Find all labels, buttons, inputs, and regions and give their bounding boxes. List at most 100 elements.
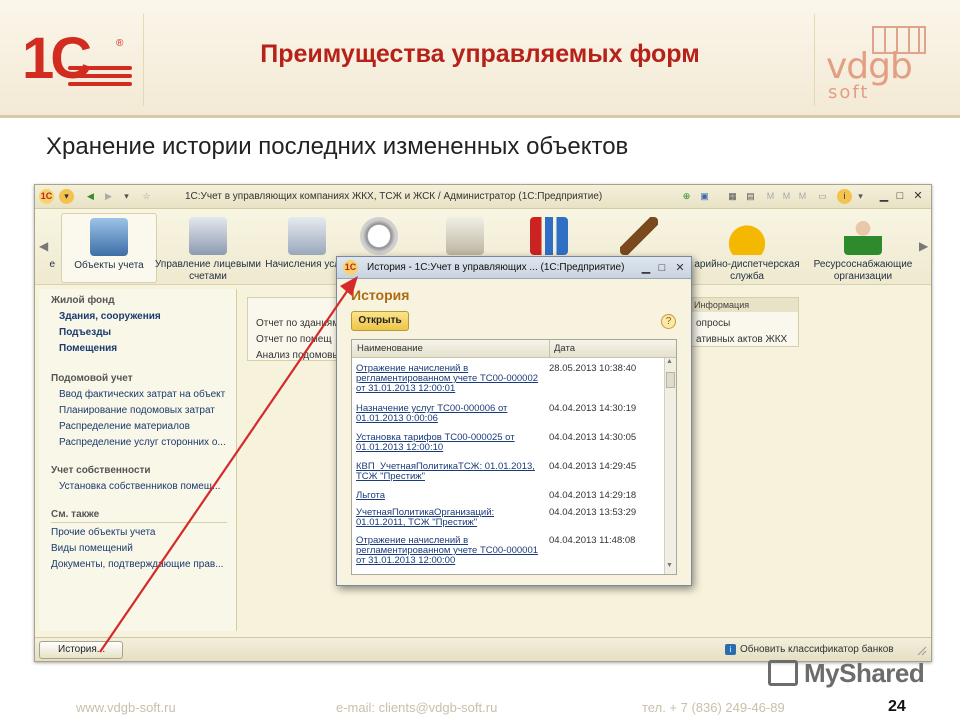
row-name[interactable]: Льгота (356, 491, 546, 501)
nav-link-actual-costs[interactable]: Ввод фактических затрат на объект (59, 389, 225, 400)
add-icon[interactable]: ⊕ (679, 189, 694, 204)
logo-stripe (68, 74, 132, 78)
1c-app-icon[interactable]: 1С (39, 189, 54, 204)
row-date: 04.04.2013 14:30:05 (549, 432, 637, 443)
row-name[interactable]: Установка тарифов ТС00-000025 от 01.01.2… (356, 433, 546, 453)
nav-group-see-also: См. также (51, 509, 100, 520)
nav-link-third-party[interactable]: Распределение услуг сторонних о... (59, 437, 226, 448)
report-link-premises[interactable]: Отчет по помещ (256, 334, 332, 345)
resize-grip-icon[interactable] (917, 646, 927, 656)
dialog-maximize-button[interactable]: □ (655, 261, 669, 275)
memory-m-icon[interactable]: M (763, 189, 778, 204)
person-icon (844, 217, 882, 255)
close-button[interactable]: ✕ (911, 189, 925, 203)
nav-link-buildings[interactable]: Здания, сооружения (59, 311, 161, 322)
minimize-button[interactable]: ▁ (877, 189, 891, 203)
nav-link-rights-docs[interactable]: Документы, подтверждающие прав... (51, 559, 224, 570)
row-date: 04.04.2013 14:29:45 (549, 461, 637, 472)
open-button[interactable]: Открыть (351, 311, 409, 331)
section-suppliers[interactable]: Ресурсоснабжающие организации (809, 213, 917, 283)
row-date: 04.04.2013 14:29:18 (549, 490, 637, 501)
info-badge-icon: i (725, 644, 736, 655)
dialog-close-button[interactable]: ✕ (673, 261, 687, 275)
row-date: 28.05.2013 10:38:40 (549, 363, 637, 374)
table-header: Наименование Дата (352, 340, 676, 358)
history-dialog-title: История - 1С:Учет в управляющих ... (1С:… (367, 262, 625, 273)
slide-subtitle: Хранение истории последних измененных об… (46, 133, 629, 160)
vertical-scrollbar[interactable]: ▲ ▼ (664, 358, 676, 574)
nav-group-house-accounting: Подомовой учет (51, 373, 133, 384)
footer-site[interactable]: www.vdgb-soft.ru (76, 700, 176, 715)
nav-link-other-objects[interactable]: Прочие объекты учета (51, 527, 156, 538)
row-name[interactable]: УчетнаяПолитикаОрганизаций: 01.01.2011, … (356, 508, 546, 528)
registered-mark: ® (116, 38, 124, 49)
dialog-minimize-button[interactable]: ▁ (639, 261, 653, 275)
footer-email[interactable]: e-mail: clients@vdgb-soft.ru (336, 700, 497, 715)
calculator-icon[interactable]: ▦ (725, 189, 740, 204)
bar-chart-icon (530, 217, 568, 255)
footer-phone: тел. + 7 (836) 249-46-89 (642, 700, 785, 715)
maximize-button[interactable]: □ (893, 189, 907, 203)
info-link-acts[interactable]: ативных актов ЖКХ (696, 334, 787, 345)
column-header-date[interactable]: Дата (549, 340, 575, 358)
section-accounts[interactable]: Управление лицевыми счетами (153, 213, 263, 283)
screen-icon[interactable]: ▭ (815, 189, 830, 204)
section-dispatch[interactable]: арийно-диспетчерская служба (687, 213, 807, 283)
update-bank-classifier[interactable]: i Обновить классификатор банков (725, 644, 894, 655)
gavel-icon (620, 217, 658, 255)
helmet-icon (728, 217, 766, 255)
1c-logo-text: 1С (22, 26, 92, 91)
vdgb-logo-subtext: soft (828, 82, 870, 103)
nav-link-owners[interactable]: Установка собственников помещ... (59, 481, 220, 492)
presentation-icon (768, 660, 798, 686)
menu-dropdown-icon[interactable]: ▾ (59, 189, 74, 204)
column-header-name[interactable]: Наименование (357, 340, 423, 358)
history-dropdown-icon[interactable]: ▾ (119, 189, 134, 204)
nav-link-cost-planning[interactable]: Планирование подомовых затрат (59, 405, 215, 416)
scroll-down-icon[interactable]: ▼ (666, 562, 673, 569)
back-arrow-icon[interactable]: ◀ (83, 189, 98, 204)
nav-separator (51, 522, 227, 523)
header-divider (143, 14, 144, 106)
nav-link-entrances[interactable]: Подъезды (59, 327, 111, 338)
navigation-panel: Жилой фонд Здания, сооружения Подъезды П… (39, 289, 237, 631)
row-name[interactable]: Отражение начислений в регламентированно… (356, 536, 546, 566)
calendar-icon[interactable]: ▤ (743, 189, 758, 204)
bookmark-icon[interactable]: ▣ (697, 189, 712, 204)
help-icon[interactable]: ? (661, 314, 676, 329)
history-button[interactable]: История... (39, 641, 123, 659)
page-number: 24 (888, 698, 906, 715)
row-date: 04.04.2013 13:53:29 (549, 507, 637, 518)
app-window-title: 1С:Учет в управляющих компаниях ЖКХ, ТСЖ… (185, 191, 603, 202)
nav-link-materials[interactable]: Распределение материалов (59, 421, 190, 432)
section-objects[interactable]: Объекты учета (61, 213, 157, 283)
app-titlebar: 1С ▾ ◀ ▶ ▾ ☆ 1С:Учет в управляющих компа… (35, 185, 931, 209)
report-link-analysis[interactable]: Анализ подомовых (256, 350, 345, 361)
star-icon[interactable]: ☆ (139, 189, 154, 204)
info-group-header: Информация (688, 298, 798, 312)
info-link-questions[interactable]: опросы (696, 318, 730, 329)
update-bank-classifier-text: Обновить классификатор банков (740, 644, 894, 655)
scroll-right-icon[interactable]: ▶ (919, 239, 928, 253)
memory-plus-icon[interactable]: M (779, 189, 794, 204)
row-name[interactable]: Назначение услуг ТС00-000006 от 01.01.20… (356, 404, 546, 424)
section-partial[interactable]: е (5, 213, 57, 283)
row-name[interactable]: КВП_УчетнаяПолитикаТСЖ: 01.01.2013, ТСЖ … (356, 462, 546, 482)
info-icon[interactable]: i (837, 189, 852, 204)
report-link-buildings[interactable]: Отчет по зданиям (256, 318, 339, 329)
slide-title: Преимущества управляемых форм (260, 40, 700, 68)
nav-link-premises[interactable]: Помещения (59, 343, 117, 354)
vdgb-logo: vdgb soft (826, 26, 946, 106)
nav-link-premise-types[interactable]: Виды помещений (51, 543, 133, 554)
scroll-up-icon[interactable]: ▲ (666, 358, 673, 365)
forward-arrow-icon[interactable]: ▶ (101, 189, 116, 204)
history-dialog: 1С История - 1С:Учет в управляющих ... (… (336, 256, 692, 586)
row-date: 04.04.2013 14:30:19 (549, 403, 637, 414)
row-name[interactable]: Отражение начислений в регламентированно… (356, 364, 546, 394)
scroll-thumb[interactable] (666, 372, 675, 388)
info-dropdown-icon[interactable]: ▾ (853, 189, 868, 204)
row-date: 04.04.2013 11:48:08 (549, 535, 636, 546)
memory-minus-icon[interactable]: M (795, 189, 810, 204)
meter-icon (360, 217, 398, 255)
nav-group-ownership: Учет собственности (51, 465, 151, 476)
